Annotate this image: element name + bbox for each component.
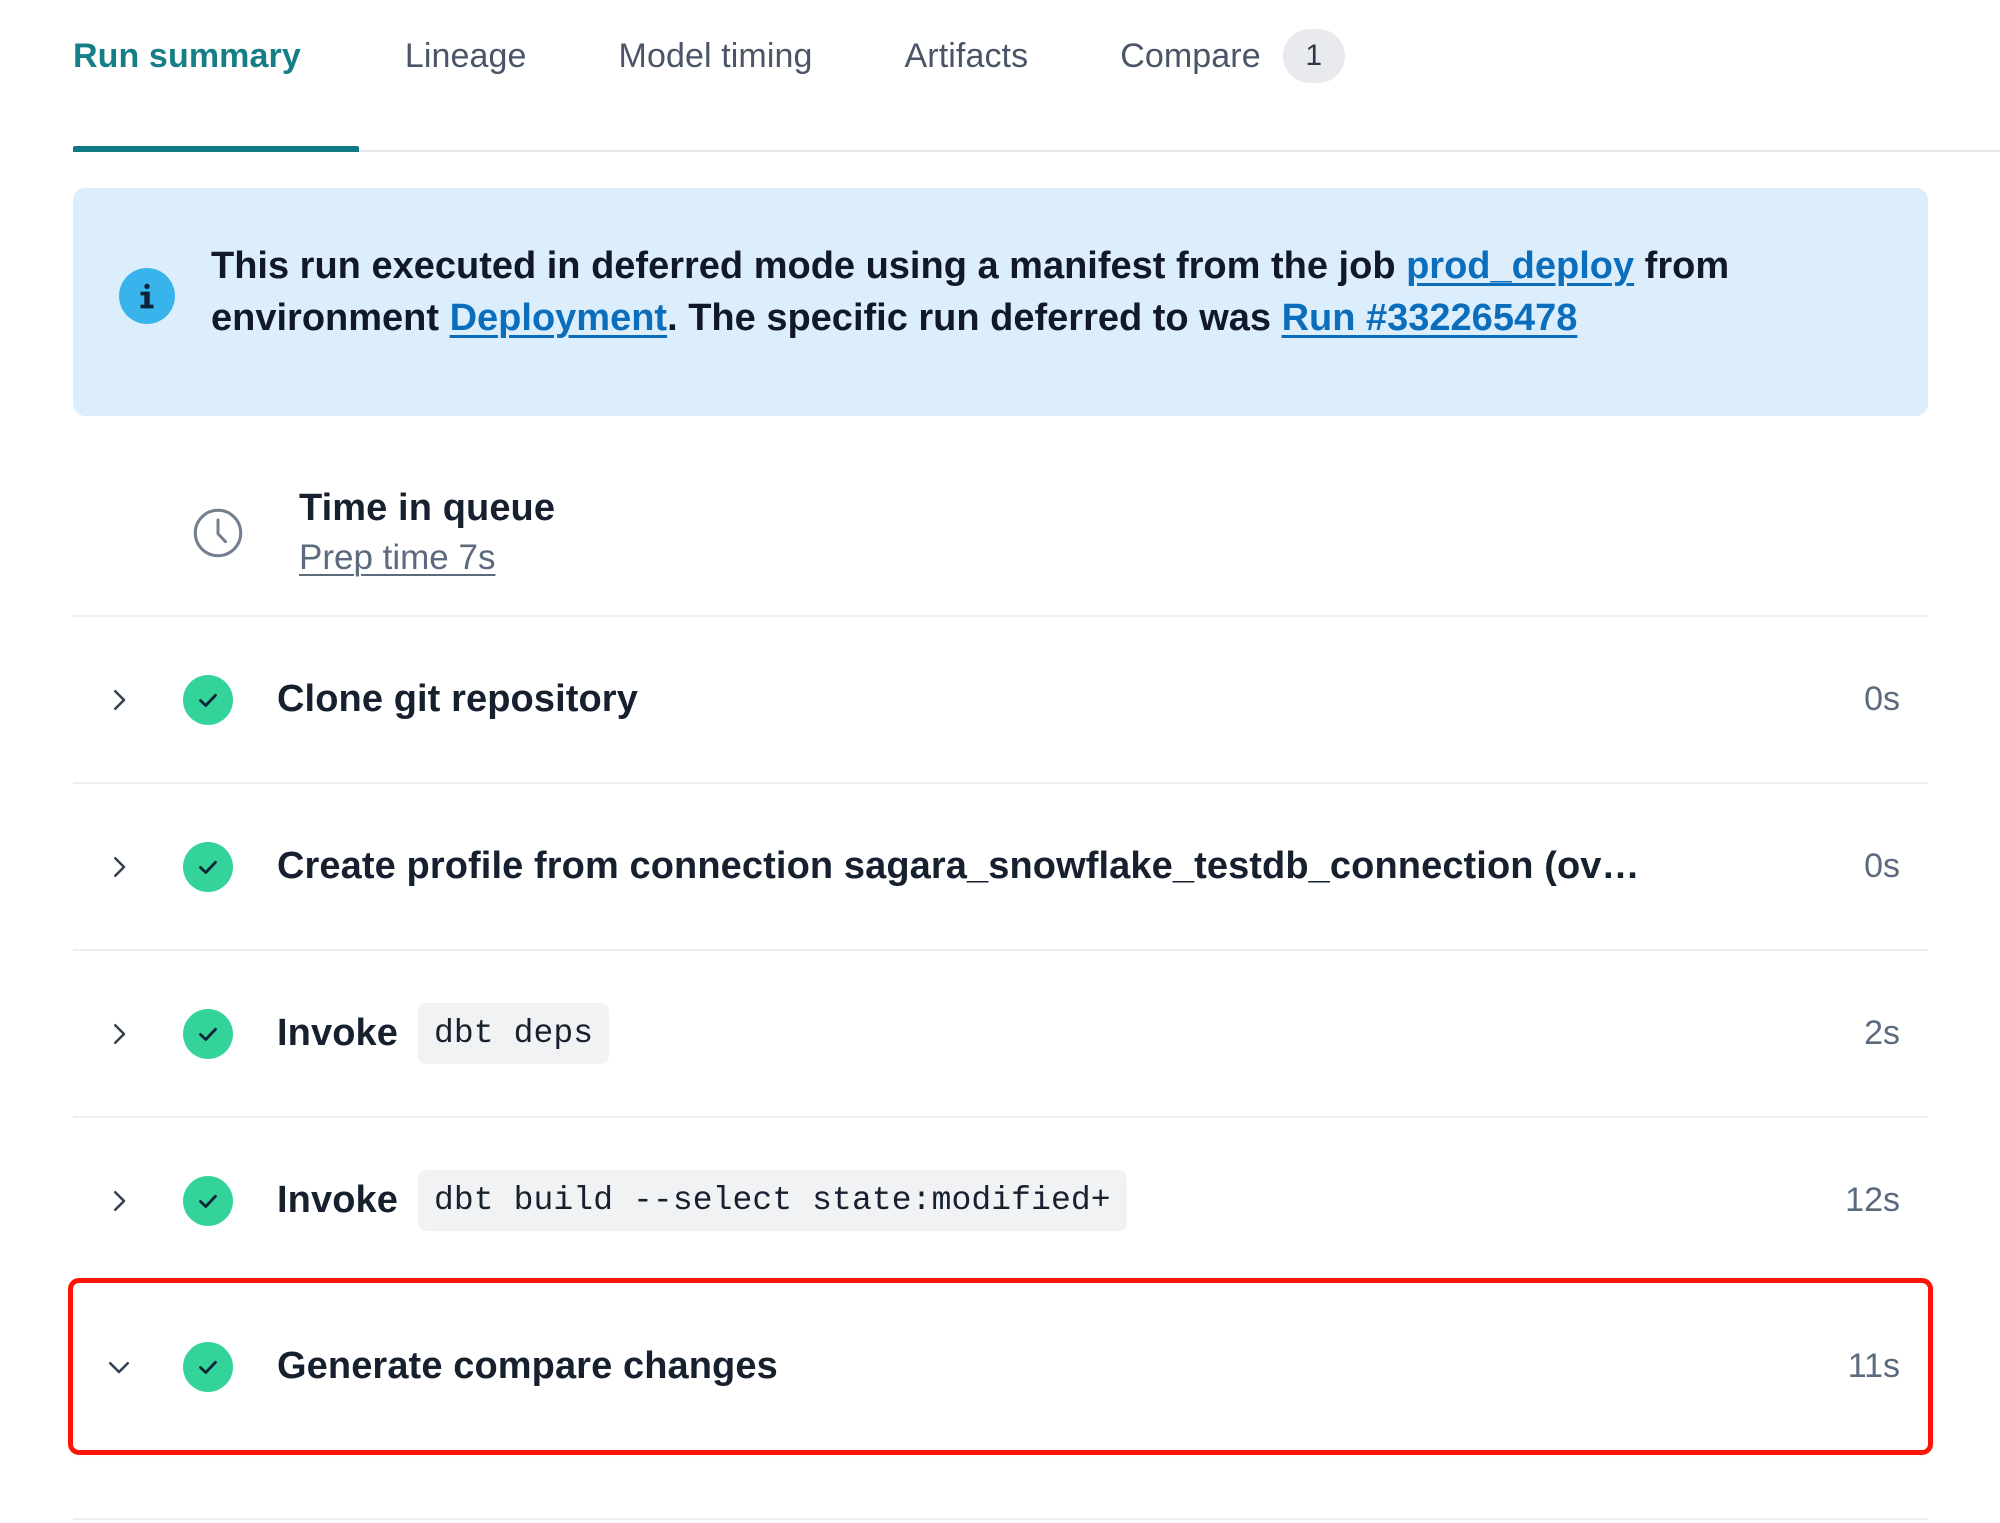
success-check-icon (183, 1175, 233, 1226)
run-steps-list: Clone git repository 0s Create profile f… (68, 615, 1933, 1455)
step-command-chip: dbt deps (417, 1003, 610, 1064)
chevron-down-icon[interactable] (101, 1352, 137, 1382)
step-duration: 0s (1864, 680, 1900, 718)
banner-text-part1: This run executed in deferred mode using… (211, 245, 1407, 287)
step-row-clone-git-repository[interactable]: Clone git repository 0s (73, 615, 1928, 782)
step-command-chip: dbt build --select state:modified+ (417, 1170, 1127, 1231)
step-label-text: Generate compare changes (277, 1345, 778, 1387)
step-label: Create profile from connection sagara_sn… (277, 845, 1778, 888)
step-label: Invoke dbt build --select state:modified… (277, 1170, 1778, 1231)
tab-model-timing[interactable]: Model timing (573, 0, 859, 152)
step-label: Clone git repository (277, 678, 1778, 721)
deferred-mode-banner-text: This run executed in deferred mode using… (211, 240, 1811, 345)
deferred-mode-banner: This run executed in deferred mode using… (73, 188, 1928, 416)
time-in-queue-title: Time in queue (299, 487, 556, 529)
tab-artifacts[interactable]: Artifacts (859, 0, 1075, 152)
run-summary-page: Run summary Lineage Model timing Artifac… (0, 0, 2000, 1523)
step-row-generate-compare-changes[interactable]: Generate compare changes 11s (68, 1278, 1933, 1455)
step-label-text: Invoke (277, 1012, 398, 1054)
step-duration: 2s (1864, 1014, 1900, 1052)
step-row-create-profile[interactable]: Create profile from connection sagara_sn… (73, 782, 1928, 949)
banner-link-run[interactable]: Run #332265478 (1282, 297, 1578, 339)
step-label-text: Create profile from connection sagara_sn… (277, 845, 1640, 887)
step-label: Generate compare changes (277, 1345, 1778, 1388)
banner-link-job[interactable]: prod_deploy (1406, 245, 1634, 287)
chevron-right-icon[interactable] (101, 1186, 137, 1216)
tab-model-timing-label: Model timing (618, 36, 813, 75)
tab-run-summary[interactable]: Run summary (73, 0, 359, 152)
banner-link-environment[interactable]: Deployment (450, 297, 667, 339)
step-row-invoke-dbt-deps[interactable]: Invoke dbt deps 2s (73, 949, 1928, 1116)
bottom-divider (73, 1518, 1928, 1520)
step-duration: 11s (1847, 1347, 1900, 1385)
chevron-right-icon[interactable] (101, 852, 137, 882)
time-in-queue-texts: Time in queue Prep time 7s (299, 487, 555, 578)
tab-list: Run summary Lineage Model timing Artifac… (0, 0, 1391, 152)
tab-compare-badge: 1 (1282, 29, 1345, 83)
step-duration: 12s (1845, 1181, 1900, 1219)
tab-lineage[interactable]: Lineage (359, 0, 573, 152)
success-check-icon (183, 674, 233, 725)
tab-lineage-label: Lineage (404, 36, 527, 75)
success-check-icon (183, 841, 233, 892)
step-duration: 0s (1864, 847, 1900, 885)
banner-text-part3: . The specific run deferred to was (667, 297, 1282, 340)
time-in-queue-row: Time in queue Prep time 7s (73, 450, 1928, 615)
tab-artifacts-label: Artifacts (904, 36, 1029, 75)
step-label-text: Clone git repository (277, 678, 638, 720)
step-label: Invoke dbt deps (277, 1003, 1778, 1064)
clock-icon (187, 502, 249, 564)
info-icon (119, 268, 175, 324)
chevron-right-icon[interactable] (101, 1019, 137, 1049)
success-check-icon (183, 1341, 233, 1392)
success-check-icon (183, 1008, 233, 1059)
tab-compare[interactable]: Compare 1 (1074, 0, 1391, 152)
tab-run-summary-label: Run summary (73, 36, 301, 75)
tab-bar: Run summary Lineage Model timing Artifac… (0, 0, 2000, 152)
prep-time-link[interactable]: Prep time 7s (299, 538, 495, 578)
step-label-text: Invoke (277, 1179, 398, 1221)
tab-compare-label: Compare (1120, 36, 1261, 75)
chevron-right-icon[interactable] (101, 685, 137, 715)
step-row-invoke-dbt-build[interactable]: Invoke dbt build --select state:modified… (73, 1116, 1928, 1283)
